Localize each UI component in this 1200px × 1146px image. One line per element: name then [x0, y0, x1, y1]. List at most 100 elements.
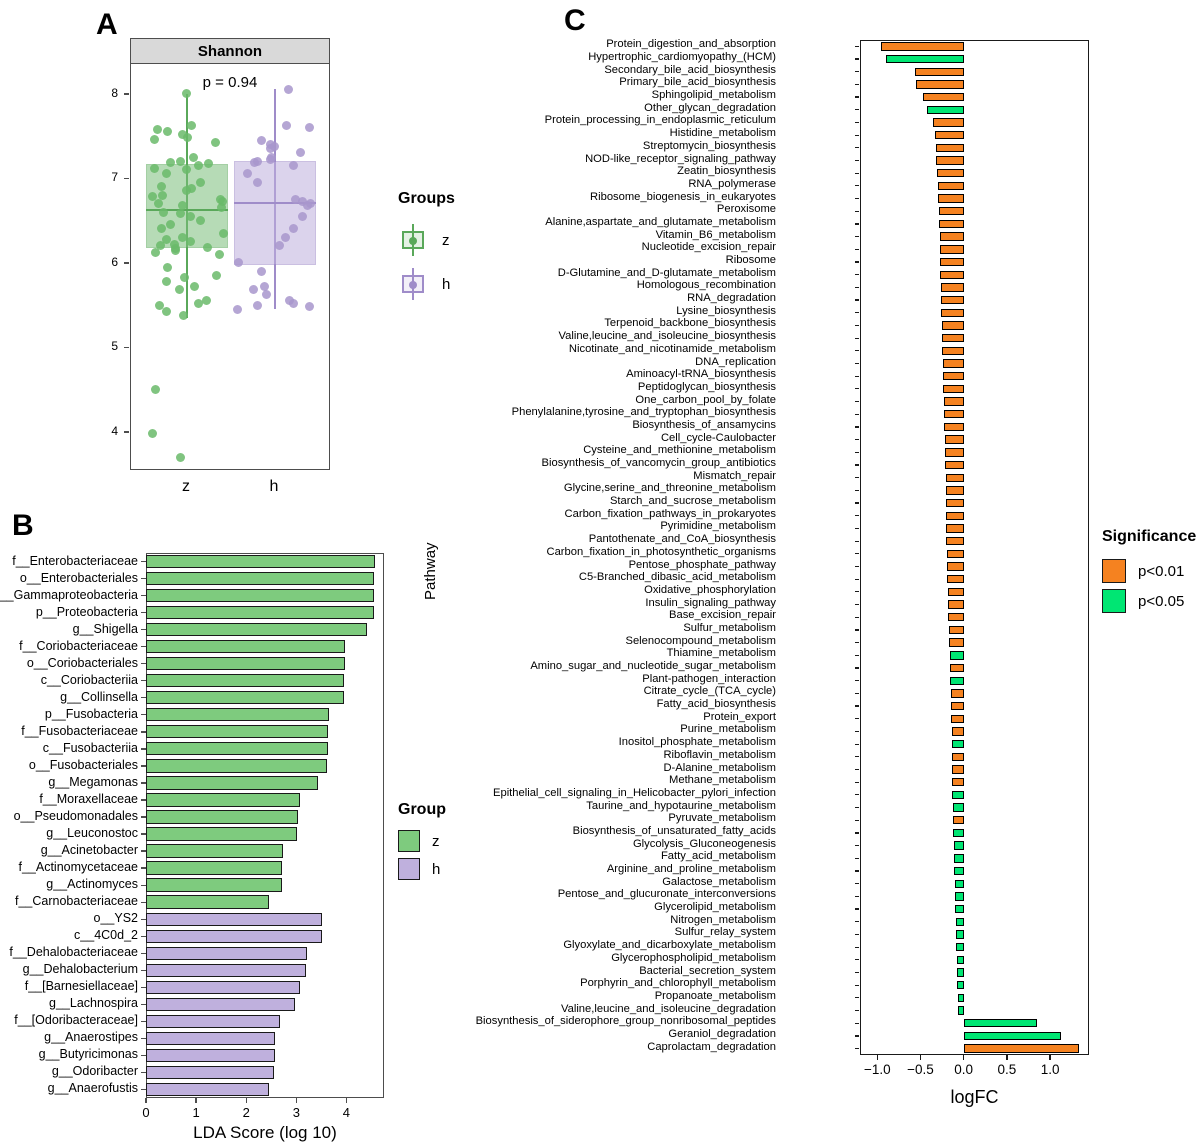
panel-c-bar — [923, 92, 964, 102]
panel-c: C Protein_digestion_and_absorption Hypert… — [422, 0, 1200, 1146]
panel-c-y-tick-mark — [855, 883, 859, 885]
panel-c-category-label: Valine,leucine_and_isoleucine_degradatio… — [560, 1002, 776, 1015]
panel-b-bar — [146, 605, 374, 620]
panel-c-category-label: One_carbon_pool_by_folate — [635, 393, 776, 406]
panel-c-bar — [950, 714, 964, 723]
panel-c-bar — [954, 866, 964, 876]
panel-c-category-label: Nitrogen_metabolism — [670, 913, 776, 926]
panel-b-bar — [146, 861, 283, 875]
panel-c-bar — [963, 1044, 1080, 1053]
panel-c-x-tick-mark — [876, 1055, 878, 1060]
panel-a-data-point — [302, 200, 312, 210]
panel-c-bar — [941, 295, 964, 305]
panel-c-x-tick-mark — [1049, 1055, 1051, 1060]
panel-c-bar — [936, 143, 964, 153]
panel-c-category-label: Carbon_fixation_pathways_in_prokaryotes — [564, 507, 776, 520]
panel-b-category-label: g__Megamonas — [48, 774, 138, 789]
panel-b-legend-item[interactable]: h — [398, 855, 440, 883]
panel-b-bar — [146, 742, 328, 756]
panel-a-strip-title: Shannon — [130, 38, 330, 64]
panel-c-x-tick-label: 1.0 — [1040, 1062, 1060, 1077]
panel-b-x-tick-mark — [195, 1098, 197, 1103]
panel-c-y-tick-mark — [855, 806, 859, 809]
panel-c-category-label: Protein_export — [703, 710, 776, 723]
panel-c-bar — [947, 549, 964, 559]
panel-c-y-tick-mark — [855, 236, 859, 238]
panel-c-legend-item[interactable]: p<0.01 — [1102, 556, 1184, 586]
panel-c-y-title: Pathway — [422, 542, 439, 600]
panel-a-data-point — [288, 298, 298, 308]
panel-c-category-label: Methane_metabolism — [669, 774, 776, 787]
panel-a-data-point — [175, 452, 185, 462]
panel-b-bar — [146, 571, 375, 586]
panel-a-data-point — [162, 276, 172, 286]
panel-c-category-label: Glycine,serine_and_threonine_metabolism — [563, 482, 776, 495]
panel-a-data-point — [195, 177, 205, 187]
panel-c-category-label: Insulin_signaling_pathway — [645, 596, 776, 609]
panel-c-y-tick-mark — [855, 667, 859, 669]
panel-c-category-label: Cell_cycle-Caulobacter — [660, 431, 776, 444]
panel-c-bar — [926, 105, 964, 114]
panel-a-data-point — [305, 302, 315, 312]
panel-b-bar — [146, 554, 376, 569]
panel-c-y-tick-mark — [855, 299, 859, 301]
panel-c-category-label: Vitamin_B6_metabolism — [655, 228, 776, 241]
panel-c-y-tick-mark — [855, 642, 859, 644]
panel-c-category-label: Biosynthesis_of_ansamycins — [632, 418, 776, 431]
panel-b-category-label: f__Actinomycetaceae — [18, 860, 138, 875]
panel-c-bar — [951, 739, 964, 749]
panel-a-y-tick-label: 7 — [111, 170, 118, 185]
panel-b-bar — [146, 997, 296, 1011]
panel-c-legend-item[interactable]: p<0.05 — [1102, 586, 1184, 616]
panel-b-legend-item[interactable]: z — [398, 827, 440, 855]
panel-b-bar — [146, 793, 301, 807]
panel-c-bar — [948, 600, 964, 609]
panel-c-bar — [935, 130, 964, 140]
panel-c-category-label: Protein_processing_in_endoplasmic_reticu… — [544, 114, 776, 127]
panel-c-y-tick-mark — [855, 464, 859, 466]
legend-point-icon — [409, 237, 417, 245]
panel-c-x-tick-label: 0.0 — [954, 1062, 974, 1077]
panel-c-y-tick-mark — [855, 984, 859, 986]
panel-b-x-tick-label: 2 — [242, 1105, 250, 1120]
panel-a-data-point — [262, 290, 272, 300]
panel-b-bar — [146, 1048, 275, 1063]
panel-a-data-point — [165, 220, 175, 230]
panel-c-bar — [938, 219, 964, 229]
panel-c-category-label: Epithelial_cell_signaling_in_Helicobacte… — [493, 786, 776, 799]
panel-c-y-tick-mark — [855, 908, 859, 910]
panel-c-y-tick-mark — [855, 159, 859, 162]
panel-c-y-tick-mark — [855, 743, 859, 745]
panel-c-y-tick-mark — [855, 603, 859, 606]
panel-c-category-label: Porphyrin_and_chlorophyll_metabolism — [580, 977, 776, 990]
panel-b-bar — [146, 759, 328, 773]
panel-c-category-label: Cysteine_and_methionine_metabolism — [583, 444, 776, 457]
panel-a-y-tick-label: 8 — [111, 85, 118, 100]
panel-b-category-label: o__Fusobacteriales — [28, 757, 138, 772]
panel-a-data-point — [180, 273, 190, 283]
panel-a-data-point — [242, 169, 252, 179]
panel-b-x-tick-mark — [145, 1098, 147, 1103]
panel-b-bar — [146, 1082, 269, 1097]
panel-b-x-tick-label: 3 — [292, 1105, 300, 1120]
panel-c-y-tick-mark — [855, 185, 859, 187]
panel-c-category-label: Carbon_fixation_in_photosynthetic_organi… — [546, 545, 777, 558]
panel-b-category-label: o__YS2 — [93, 911, 138, 926]
panel-c-bar — [955, 917, 964, 926]
panel-c-y-tick-mark — [855, 1009, 859, 1012]
panel-a-data-point — [211, 138, 221, 148]
panel-c-y-tick-mark — [855, 502, 859, 504]
panel-c-category-label: Lysine_biosynthesis — [676, 304, 776, 317]
panel-c-bar — [956, 968, 964, 977]
panel-c-bar — [945, 486, 964, 495]
panel-a-data-point — [161, 307, 171, 317]
panel-a-data-point — [253, 177, 263, 187]
panel-a-data-point — [211, 270, 221, 280]
panel-c-bar — [946, 524, 964, 533]
panel-c-bar — [937, 194, 964, 203]
panel-b-category-label: g__Lachnospira — [49, 996, 138, 1011]
panel-b-bar — [146, 878, 282, 892]
panel-a-data-point — [163, 127, 173, 137]
panel-a-data-point — [178, 310, 188, 320]
panel-b-category-label: f__Enterobacteriaceae — [12, 553, 138, 568]
